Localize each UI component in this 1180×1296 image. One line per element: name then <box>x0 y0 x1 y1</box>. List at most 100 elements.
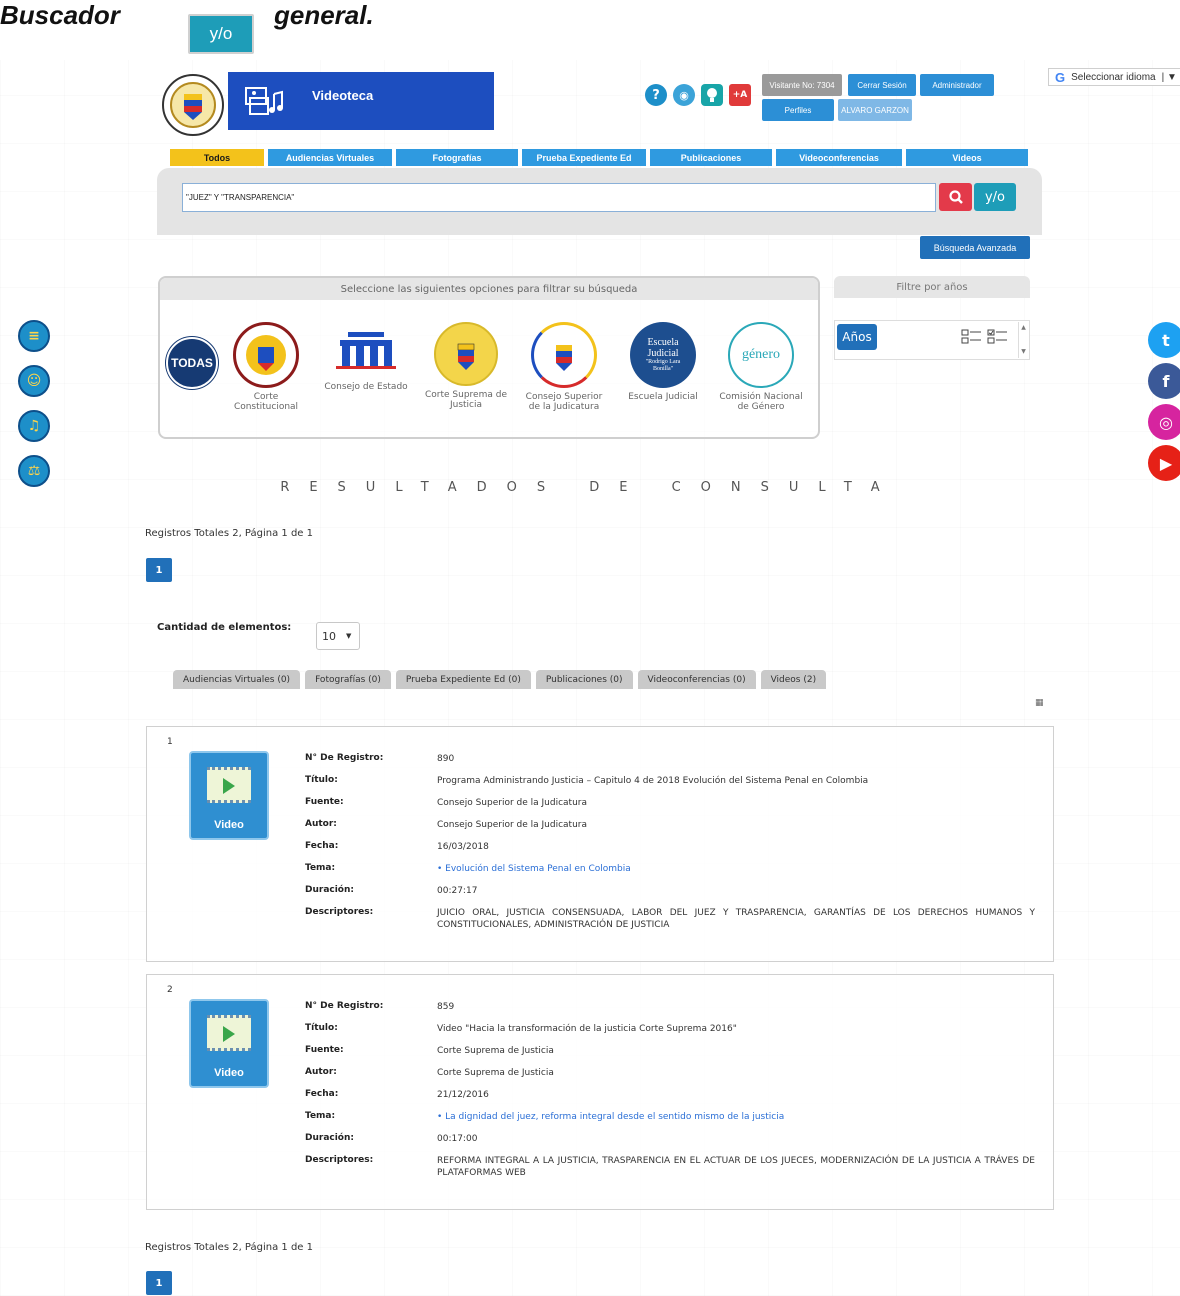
language-label: Seleccionar idioma <box>1071 71 1156 83</box>
label-duracion: Duración: <box>305 1133 354 1143</box>
label-descriptores: Descriptores: <box>305 907 374 917</box>
tab-count-prueba[interactable]: Prueba Expediente Ed (0) <box>395 670 531 689</box>
video-type-label: Video <box>214 1067 244 1079</box>
profiles-button[interactable]: Perfiles <box>762 99 834 121</box>
chevron-down-icon: | ▼ <box>1161 71 1177 83</box>
filter-corte-suprema[interactable]: Corte Suprema de Justicia <box>424 322 508 410</box>
entity-label: Corte Suprema de Justicia <box>425 390 507 410</box>
value-descriptores: REFORMA INTEGRAL A LA JUSTICIA, TRASPARE… <box>437 1156 1035 1178</box>
value-descriptores: JUICIO ORAL, JUSTICIA CONSENSUADA, LABOR… <box>437 908 1035 930</box>
label-fecha: Fecha: <box>305 1089 339 1099</box>
entity-label: Comisión Nacional de Género <box>719 392 803 412</box>
admin-button[interactable]: Administrador <box>920 74 994 96</box>
increase-font-button[interactable]: +A <box>729 84 751 106</box>
checklist-icon[interactable] <box>987 329 1009 345</box>
filter-todas[interactable]: TODAS <box>166 337 218 393</box>
type-filter-tabs: Audiencias Virtuales (0) Fotografías (0)… <box>173 670 827 689</box>
help-icon[interactable]: ? <box>645 84 667 106</box>
value-duracion: 00:27:17 <box>437 886 478 896</box>
visitor-counter: Visitante No: 7304 <box>762 74 842 96</box>
filter-corte-constitucional[interactable]: Corte Constitucional <box>228 322 304 412</box>
books-icon[interactable]: ≡ <box>18 320 50 352</box>
filter-escuela-judicial[interactable]: Escuela Judicial "Rodrigo Lara Bonilla" … <box>624 322 702 402</box>
logout-button[interactable]: Cerrar Sesión <box>848 74 916 96</box>
escuela-judicial-logo: Escuela Judicial "Rodrigo Lara Bonilla" <box>630 322 696 388</box>
tab-videos[interactable]: Videos <box>906 149 1028 166</box>
tab-videoconferencias[interactable]: Videoconferencias <box>776 149 902 166</box>
value-autor: Consejo Superior de la Judicatura <box>437 820 587 830</box>
quantity-value: 10 <box>322 629 336 643</box>
value-fecha: 16/03/2018 <box>437 842 489 852</box>
filter-header: Seleccione las siguientes opciones para … <box>160 278 818 300</box>
years-button[interactable]: Años <box>837 324 877 350</box>
reader-icon[interactable]: ☺ <box>18 365 50 397</box>
tab-audiencias-virtuales[interactable]: Audiencias Virtuales <box>268 149 392 166</box>
consejo-superior-logo <box>531 322 597 388</box>
label-registro: N° De Registro: <box>305 753 384 763</box>
filter-comision-genero[interactable]: género Comisión Nacional de Género <box>716 322 806 412</box>
grid-view-icon[interactable]: ▦ <box>1035 698 1047 708</box>
label-tema: Tema: <box>305 1111 336 1121</box>
year-scrollbar[interactable]: ▲ ▼ <box>1018 322 1028 358</box>
contrast-bulb-icon[interactable] <box>701 84 723 106</box>
value-tema-link[interactable]: • La dignidad del juez, reforma integral… <box>437 1111 1035 1123</box>
tab-fotografias[interactable]: Fotografías <box>396 149 518 166</box>
value-tema-link[interactable]: • Evolución del Sistema Penal en Colombi… <box>437 863 1035 875</box>
youtube-icon[interactable]: ▶ <box>1148 445 1180 481</box>
videoteca-banner[interactable]: Videoteca <box>228 72 494 130</box>
entity-label: Consejo Superior de la Judicatura <box>525 392 603 412</box>
tab-count-fotografias[interactable]: Fotografías (0) <box>305 670 391 689</box>
media-icon[interactable]: ♫ <box>18 410 50 442</box>
value-fuente: Consejo Superior de la Judicatura <box>437 798 587 808</box>
consejo-estado-logo <box>336 332 396 369</box>
tab-publicaciones[interactable]: Publicaciones <box>650 149 772 166</box>
audio-icon[interactable]: ◉ <box>673 84 695 106</box>
filter-consejo-estado[interactable]: Consejo de Estado <box>322 330 410 392</box>
label-tema: Tema: <box>305 863 336 873</box>
media-library-icon <box>245 87 283 115</box>
entity-label: Corte Constitucional <box>233 392 299 412</box>
value-registro: 859 <box>437 1002 455 1012</box>
results-title: RESULTADOS DE CONSULTA <box>280 480 900 495</box>
tab-count-videos[interactable]: Videos (2) <box>760 670 827 689</box>
list-view-icon[interactable] <box>961 329 983 345</box>
facebook-icon[interactable]: f <box>1148 363 1180 399</box>
value-titulo: Programa Administrando Justicia – Capitu… <box>437 776 869 786</box>
label-registro: N° De Registro: <box>305 1001 384 1011</box>
page-button[interactable]: 1 <box>146 558 172 582</box>
search-button[interactable] <box>939 183 972 211</box>
video-icon <box>207 1015 251 1051</box>
tab-todos[interactable]: Todos <box>170 149 264 166</box>
filter-consejo-superior[interactable]: Consejo Superior de la Judicatura <box>524 322 604 412</box>
results-total: Registros Totales 2, Página 1 de 1 <box>145 528 313 539</box>
tab-count-audiencias[interactable]: Audiencias Virtuales (0) <box>173 670 301 689</box>
year-filter-header: Filtre por años <box>834 276 1030 298</box>
result-index: 1 <box>167 737 173 747</box>
advanced-search-button[interactable]: Búsqueda Avanzada <box>920 236 1030 259</box>
comision-genero-logo: género <box>728 322 794 388</box>
social-sidebar: t f ◎ ▶ <box>1148 322 1180 481</box>
video-thumbnail[interactable]: Video <box>189 999 269 1088</box>
twitter-icon[interactable]: t <box>1148 322 1180 358</box>
value-fecha: 21/12/2016 <box>437 1090 489 1100</box>
video-thumbnail[interactable]: Video <box>189 751 269 840</box>
value-autor: Corte Suprema de Justicia <box>437 1068 554 1078</box>
tab-prueba-expediente[interactable]: Prueba Expediente Ed <box>522 149 646 166</box>
tab-count-publicaciones[interactable]: Publicaciones (0) <box>535 670 633 689</box>
tab-count-videoconferencias[interactable]: Videoconferencias (0) <box>637 670 756 689</box>
and-or-button[interactable]: y/o <box>974 183 1016 211</box>
language-selector[interactable]: G Seleccionar idioma | ▼ <box>1048 68 1180 86</box>
label-descriptores: Descriptores: <box>305 1155 374 1165</box>
quantity-select[interactable]: 10 ▼ <box>316 622 360 650</box>
search-input[interactable]: "JUEZ" Y "TRANSPARENCIA" <box>182 183 936 212</box>
label-titulo: Título: <box>305 1023 338 1033</box>
video-icon <box>207 767 251 803</box>
user-name-badge[interactable]: ALVARO GARZON <box>838 99 912 121</box>
value-duracion: 00:17:00 <box>437 1134 478 1144</box>
page-button-bottom[interactable]: 1 <box>146 1271 172 1295</box>
todas-logo: TODAS <box>166 337 218 389</box>
value-titulo: Video "Hacia la transformación de la jus… <box>437 1024 737 1034</box>
instagram-icon[interactable]: ◎ <box>1148 404 1180 440</box>
google-icon: G <box>1055 69 1066 85</box>
rama-judicial-logo <box>162 74 224 136</box>
